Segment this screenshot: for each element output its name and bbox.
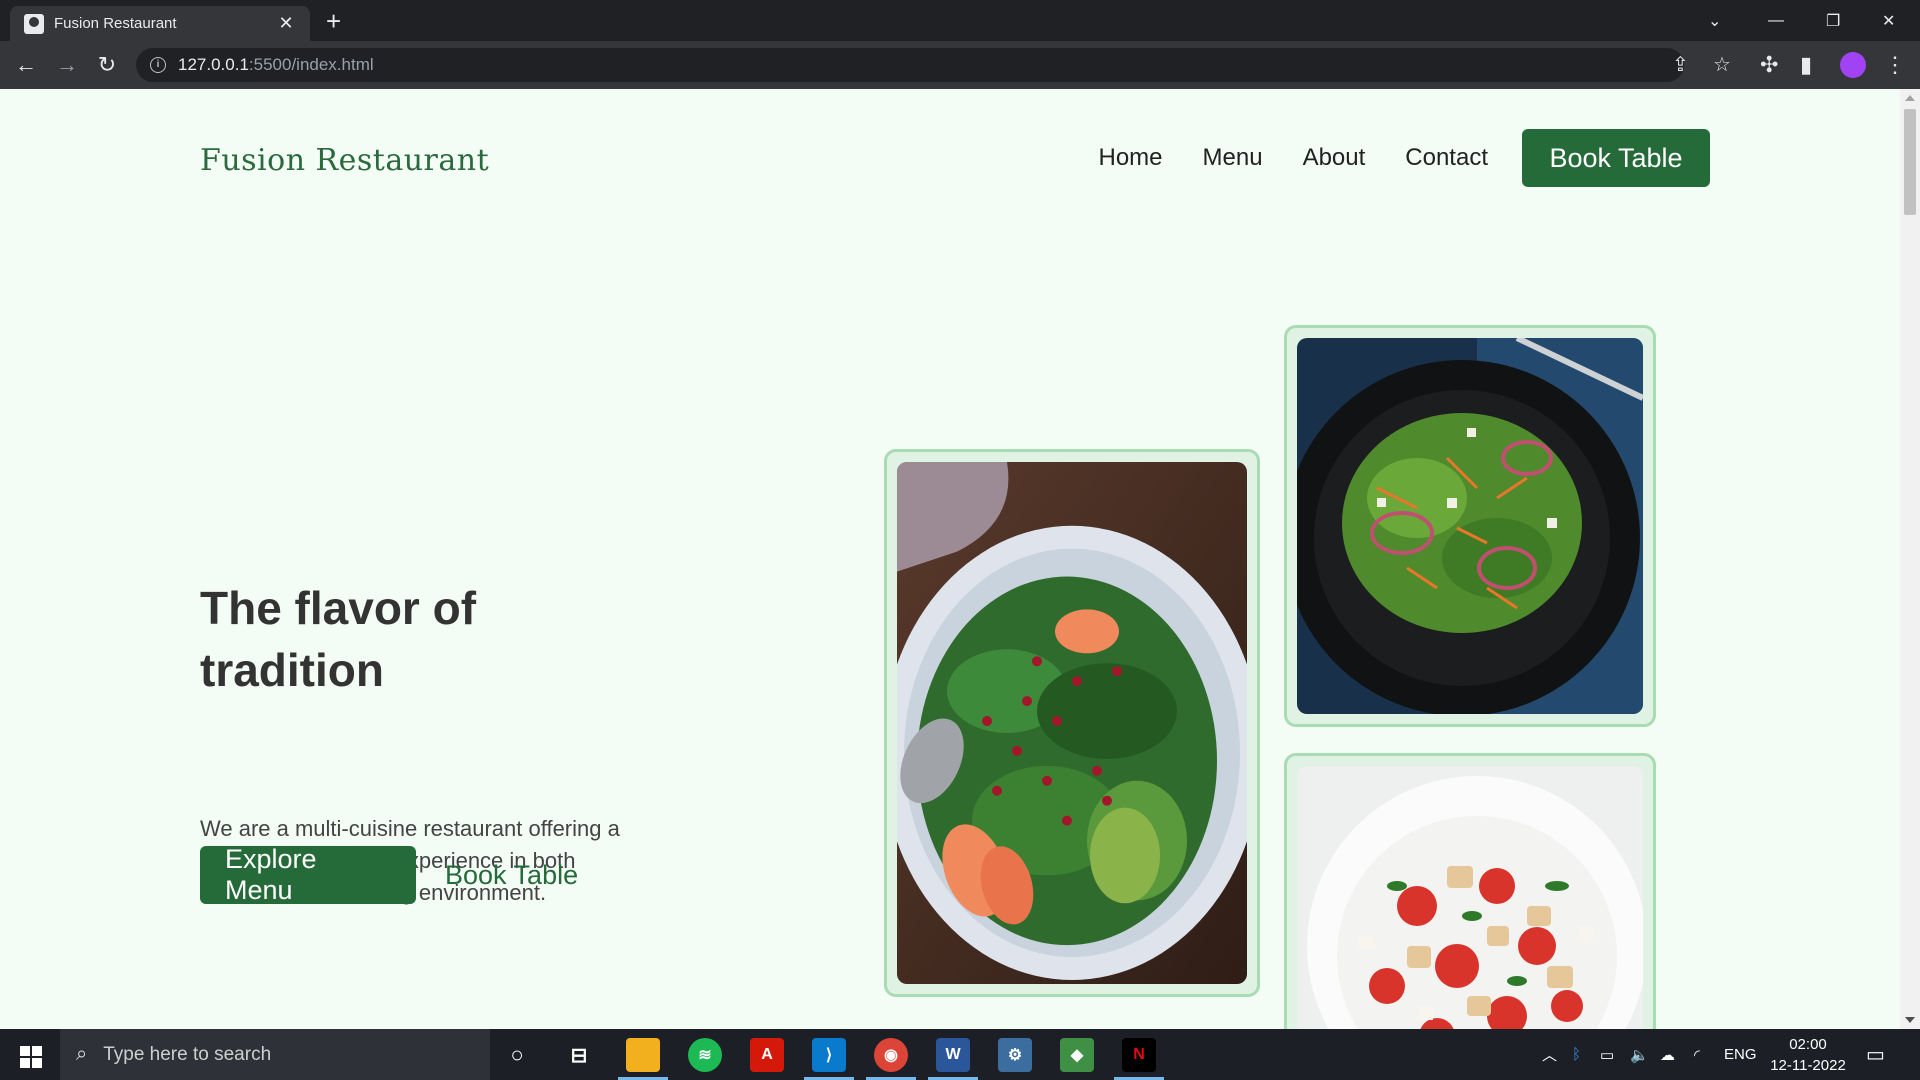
scroll-down-icon[interactable] bbox=[1905, 1017, 1915, 1023]
nav-link-about[interactable]: About bbox=[1303, 144, 1366, 172]
hero-title: The flavor of tradition bbox=[200, 582, 477, 696]
share-icon[interactable]: ⇪ bbox=[1672, 55, 1689, 75]
notifications-icon[interactable]: ▭ bbox=[1866, 1029, 1885, 1080]
file-explorer-icon[interactable] bbox=[618, 1038, 668, 1080]
url-host: 127.0.0.1 bbox=[178, 55, 249, 74]
search-placeholder: Type here to search bbox=[103, 1043, 272, 1065]
restore-icon[interactable]: ❐ bbox=[1826, 0, 1840, 41]
main-nav: Home Menu About Contact Book Table bbox=[1058, 129, 1710, 187]
tab-search-chevron-icon[interactable]: ⌄ bbox=[1708, 0, 1721, 41]
extensions-icon[interactable]: ✣ bbox=[1760, 53, 1778, 77]
url-path: :5500/index.html bbox=[248, 55, 374, 74]
book-table-link[interactable]: Book Table bbox=[445, 860, 578, 891]
nav-link-contact[interactable]: Contact bbox=[1405, 144, 1488, 172]
tab-title: Fusion Restaurant bbox=[54, 15, 177, 32]
cortana-icon[interactable]: ○ bbox=[500, 1038, 534, 1072]
side-panel-icon[interactable]: ▮ bbox=[1800, 53, 1812, 77]
hero-actions: Explore Menu Book Table bbox=[200, 844, 578, 905]
browser-tab-bar: Fusion Restaurant ✕ + ⌄ — ❐ ✕ bbox=[0, 0, 1920, 41]
site-logo[interactable]: Fusion Restaurant bbox=[200, 143, 489, 178]
back-icon[interactable]: ← bbox=[12, 53, 40, 77]
vscode-icon[interactable]: ⟩ bbox=[804, 1038, 854, 1080]
forward-icon[interactable]: → bbox=[53, 53, 81, 77]
netflix-icon[interactable]: N bbox=[1114, 1038, 1164, 1080]
reload-icon[interactable]: ↻ bbox=[93, 53, 121, 77]
windows-start-icon[interactable] bbox=[20, 1046, 42, 1068]
taskbar-clock[interactable]: 02:00 12-11-2022 bbox=[1770, 1034, 1846, 1076]
scrollbar-thumb[interactable] bbox=[1904, 109, 1916, 215]
minimize-icon[interactable]: — bbox=[1768, 0, 1784, 41]
site-info-icon[interactable]: i bbox=[150, 57, 166, 73]
mysql-workbench-icon[interactable]: ⚙ bbox=[998, 1038, 1032, 1072]
new-tab-button[interactable]: + bbox=[326, 7, 341, 35]
scroll-up-icon[interactable] bbox=[1905, 95, 1915, 101]
address-bar[interactable]: i 127.0.0.1 :5500/index.html bbox=[136, 48, 1684, 82]
clock-time: 02:00 bbox=[1789, 1036, 1827, 1053]
word-icon[interactable]: W bbox=[928, 1038, 978, 1080]
battery-icon[interactable]: ▭ bbox=[1600, 1029, 1614, 1080]
taskbar-search-box[interactable]: ⌕ Type here to search bbox=[60, 1029, 490, 1080]
show-hidden-icons-icon[interactable]: ︿ bbox=[1542, 1029, 1557, 1080]
bookmark-star-icon[interactable]: ☆ bbox=[1713, 55, 1731, 75]
book-table-nav-button[interactable]: Book Table bbox=[1522, 129, 1710, 187]
close-window-icon[interactable]: ✕ bbox=[1882, 0, 1895, 41]
chrome-icon[interactable]: ◉ bbox=[866, 1038, 916, 1080]
page-viewport: Fusion Restaurant Home Menu About Contac… bbox=[0, 89, 1900, 1029]
more-menu-icon[interactable]: ⋮ bbox=[1884, 53, 1906, 77]
page-scrollbar[interactable] bbox=[1900, 89, 1920, 1029]
clock-date: 12-11-2022 bbox=[1770, 1057, 1846, 1074]
spinach-salad-image bbox=[884, 449, 1260, 997]
nav-link-home[interactable]: Home bbox=[1098, 144, 1162, 172]
site-favicon-icon bbox=[24, 13, 44, 34]
explore-menu-button[interactable]: Explore Menu bbox=[200, 844, 416, 905]
language-indicator[interactable]: ENG bbox=[1724, 1029, 1757, 1080]
nav-link-menu[interactable]: Menu bbox=[1203, 144, 1263, 172]
git-icon[interactable]: ◆ bbox=[1060, 1038, 1094, 1072]
volume-icon[interactable]: 🔈 bbox=[1630, 1029, 1649, 1080]
close-tab-icon[interactable]: ✕ bbox=[276, 13, 296, 34]
wifi-icon[interactable]: ◜ bbox=[1694, 1029, 1700, 1080]
browser-tab[interactable]: Fusion Restaurant ✕ bbox=[10, 6, 310, 41]
tomato-salad-image bbox=[1284, 753, 1656, 1029]
bluetooth-icon[interactable]: ᛒ bbox=[1572, 1029, 1581, 1080]
profile-avatar[interactable] bbox=[1840, 52, 1866, 78]
task-view-icon[interactable]: ⊟ bbox=[562, 1038, 596, 1072]
search-icon: ⌕ bbox=[76, 1043, 88, 1065]
green-salad-image bbox=[1284, 325, 1656, 727]
browser-toolbar: ← → ↻ i 127.0.0.1 :5500/index.html ⇪ ☆ ✣… bbox=[0, 41, 1920, 89]
spotify-icon[interactable]: ≋ bbox=[688, 1038, 722, 1072]
windows-taskbar: ⌕ Type here to search ○ ⊟ ≋ A ⟩ ◉ W ⚙ ◆ … bbox=[0, 1029, 1920, 1080]
onedrive-icon[interactable]: ☁ bbox=[1660, 1029, 1675, 1080]
acrobat-icon[interactable]: A bbox=[750, 1038, 784, 1072]
